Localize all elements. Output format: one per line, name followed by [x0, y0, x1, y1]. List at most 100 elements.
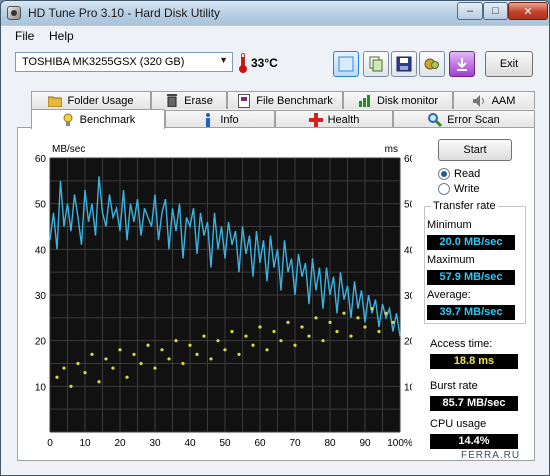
info-icon	[201, 112, 215, 127]
chevron-down-icon[interactable]: ▼	[219, 55, 228, 65]
options-button[interactable]	[419, 51, 445, 77]
minimum-value: 20.0 MB/sec	[427, 235, 515, 250]
chart-x-tick-label: 100%	[387, 438, 412, 449]
tab-erase[interactable]: Erase	[151, 91, 227, 109]
download-button[interactable]	[449, 51, 475, 77]
access-time-value: 18.8 ms	[430, 354, 518, 369]
tab-label: Info	[220, 113, 239, 126]
average-value: 39.7 MB/sec	[427, 305, 515, 320]
tab-aam[interactable]: AAM	[453, 91, 535, 109]
cpu-usage-value: 14.4%	[430, 434, 518, 449]
chart-x-tick-label: 40	[184, 438, 196, 449]
access-time-point	[153, 366, 157, 370]
tab-label: Health	[327, 113, 360, 126]
start-button[interactable]: Start	[438, 139, 512, 161]
access-time-point	[321, 339, 325, 343]
access-time-point	[62, 366, 66, 370]
tab-error-scan[interactable]: Error Scan	[393, 110, 535, 128]
chart-x-tick-label: 0	[47, 438, 53, 449]
chart-y-tick-label-right: 40	[404, 245, 412, 256]
hdtune-app-icon	[7, 6, 21, 20]
radio-read-dot[interactable]	[438, 168, 450, 180]
access-time-point	[370, 307, 374, 311]
radio-read-label: Read	[454, 168, 481, 180]
access-time-point	[111, 366, 115, 370]
access-time-point	[125, 375, 129, 379]
tab-benchmark[interactable]: Benchmark	[31, 109, 165, 129]
tab-disk-monitor[interactable]: Disk monitor	[343, 91, 453, 109]
chart-x-tick-label: 50	[219, 438, 231, 449]
drive-select[interactable]: TOSHIBA MK3255GSX (320 GB) ▼	[15, 52, 233, 72]
tab-file-benchmark[interactable]: File Benchmark	[227, 91, 343, 109]
disk-monitor-icon	[358, 94, 372, 108]
chart-x-tick-label: 80	[324, 438, 336, 449]
radio-write[interactable]: Write	[438, 183, 479, 195]
access-time-point	[265, 348, 269, 352]
access-time-point	[342, 311, 346, 315]
menu-help[interactable]: Help	[49, 29, 74, 43]
download-icon	[457, 58, 467, 71]
tab-label: File Benchmark	[256, 94, 333, 107]
access-time-point	[293, 343, 297, 347]
thermometer-icon	[239, 53, 247, 73]
chart-y-tick-label: 40	[35, 245, 47, 256]
speaker-icon	[472, 94, 487, 108]
access-time-point	[363, 325, 367, 329]
access-time-point	[181, 361, 185, 366]
options-icon	[424, 58, 439, 70]
access-time-point	[139, 361, 143, 366]
access-time-point	[132, 352, 136, 356]
chart-x-tick-label: 10	[79, 438, 91, 449]
menu-file[interactable]: File	[15, 29, 34, 43]
save-button[interactable]	[391, 51, 417, 77]
access-time-point	[244, 334, 248, 338]
file-benchmark-icon	[237, 93, 251, 108]
minimize-button[interactable]: –	[457, 2, 483, 20]
chart-y-tick-label: 20	[35, 337, 47, 348]
screenshot-button[interactable]	[333, 51, 359, 77]
radio-write-dot[interactable]	[438, 183, 450, 195]
chart-x-tick-label: 60	[254, 438, 266, 449]
tab-label: Disk monitor	[376, 94, 439, 107]
copy-icon	[369, 56, 383, 72]
chart-ylabel-left: MB/sec	[52, 144, 85, 155]
access-time-point	[160, 348, 164, 352]
access-time-point	[335, 329, 339, 334]
tab-label: Folder Usage	[67, 94, 134, 107]
access-time-point	[230, 329, 234, 334]
access-time-point	[69, 384, 73, 388]
radio-read[interactable]: Read	[438, 168, 480, 180]
tab-label: Benchmark	[79, 113, 136, 126]
access-time-point	[174, 339, 178, 343]
title-bar[interactable]: HD Tune Pro 3.10 - Hard Disk Utility – □…	[1, 1, 549, 25]
tab-folder-usage[interactable]: Folder Usage	[31, 91, 151, 109]
exit-button[interactable]: Exit	[485, 51, 533, 77]
chart-x-tick-label: 90	[359, 438, 371, 449]
access-time-point	[307, 334, 311, 338]
magnifier-icon	[428, 112, 443, 127]
access-time-point	[384, 311, 388, 315]
tab-label: Error Scan	[447, 113, 500, 126]
radio-write-label: Write	[454, 183, 480, 195]
access-time-point	[97, 380, 101, 384]
benchmark-icon	[61, 113, 75, 127]
copy-button[interactable]	[363, 51, 389, 77]
chart-y-tick-label-right: 50	[404, 200, 412, 211]
access-time-point	[188, 343, 192, 347]
tab-health[interactable]: Health	[275, 110, 393, 128]
folder-icon	[48, 94, 63, 108]
access-time-point	[146, 343, 150, 347]
tab-info[interactable]: Info	[165, 110, 275, 128]
maximum-value: 57.9 MB/sec	[427, 270, 515, 285]
access-time-point	[377, 329, 381, 334]
access-time-point	[251, 343, 255, 347]
toolbar: TOSHIBA MK3255GSX (320 GB) ▼ 33°C Exit	[1, 47, 549, 83]
chart-y-tick-label-right: 60	[404, 154, 412, 165]
close-button[interactable]: ✕	[508, 2, 548, 20]
app-window: HD Tune Pro 3.10 - Hard Disk Utility – □…	[0, 0, 550, 476]
maximize-button[interactable]: □	[483, 2, 508, 20]
access-time-point	[167, 357, 171, 361]
access-time-point	[272, 329, 276, 334]
access-time-point	[237, 352, 241, 356]
access-time-point	[286, 320, 290, 324]
